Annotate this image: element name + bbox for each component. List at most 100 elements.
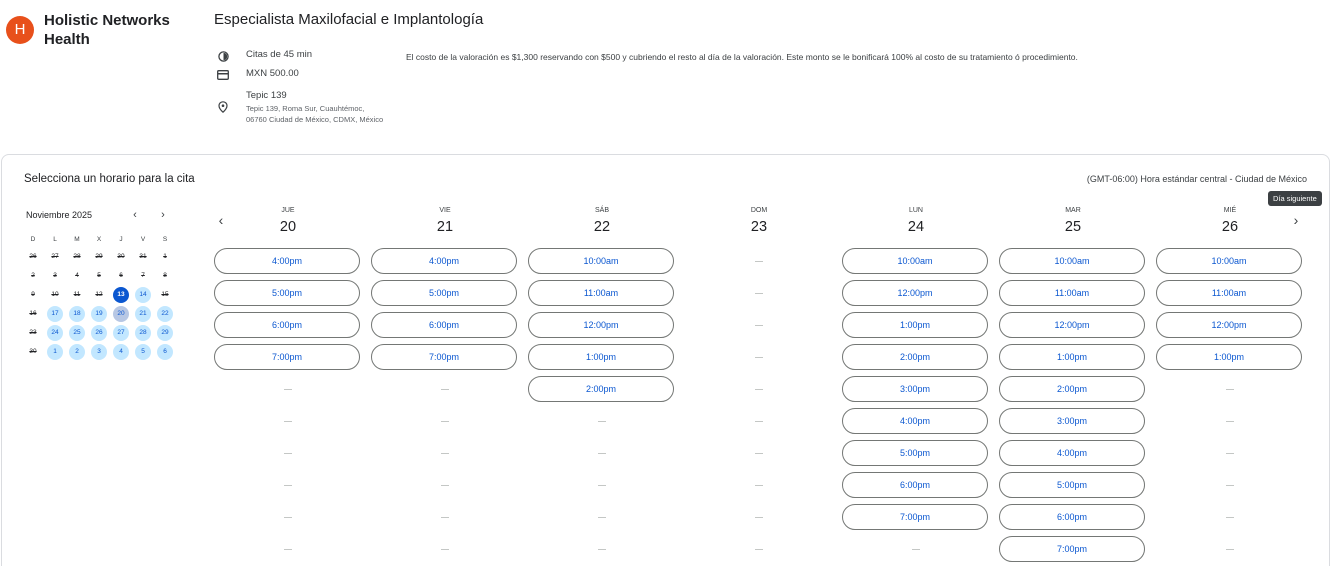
time-slot-button[interactable]: 11:00am (999, 280, 1145, 306)
time-slot-button[interactable]: 2:00pm (842, 344, 988, 370)
calendar-day-number: 27 (113, 324, 129, 341)
time-slot-button[interactable]: 6:00pm (842, 472, 988, 498)
calendar-day-number: 5 (135, 343, 151, 360)
time-slot-button[interactable]: 3:00pm (999, 408, 1145, 434)
calendar-day-number: 25 (69, 324, 85, 341)
clock-half-icon (216, 49, 230, 63)
time-slot-button[interactable]: 6:00pm (999, 504, 1145, 530)
time-slot-button[interactable]: 6:00pm (214, 312, 360, 338)
calendar-day[interactable]: 22 (154, 304, 176, 323)
time-slot-button[interactable]: 2:00pm (528, 376, 674, 402)
time-slot-button[interactable]: 5:00pm (214, 280, 360, 306)
calendar-day: 27 (44, 247, 66, 266)
calendar-day[interactable]: 18 (66, 304, 88, 323)
time-slot-button[interactable]: 12:00pm (842, 280, 988, 306)
time-slot-button[interactable]: 5:00pm (371, 280, 517, 306)
time-slot-button[interactable]: 1:00pm (842, 312, 988, 338)
next-day-tooltip: Día siguiente (1268, 191, 1322, 206)
day-name: LUN (908, 207, 923, 214)
time-slot-button[interactable]: 12:00pm (999, 312, 1145, 338)
calendar-day-number: 12 (95, 291, 103, 298)
calendar-day[interactable]: 1 (44, 342, 66, 361)
time-slot-button[interactable]: 11:00am (528, 280, 674, 306)
calendar-day-number: 30 (117, 253, 125, 260)
day-name: DOM (750, 207, 768, 214)
time-slot-button[interactable]: 4:00pm (214, 248, 360, 274)
time-slot-button[interactable]: 4:00pm (371, 248, 517, 274)
calendar-day-number: 14 (135, 286, 151, 303)
time-slot-button[interactable]: 7:00pm (842, 504, 988, 530)
timezone-selector[interactable]: (GMT-06:00) Hora estándar central - Ciud… (1087, 174, 1307, 184)
weekday-label: V (140, 236, 146, 243)
empty-slot (371, 376, 519, 402)
header: H Holistic Networks Health Especialista … (0, 0, 1338, 150)
empty-slot (1156, 472, 1304, 498)
calendar-day[interactable]: 28 (132, 323, 154, 342)
calendar-day[interactable]: 2 (66, 342, 88, 361)
empty-slot (528, 472, 676, 498)
time-slot-button[interactable]: 3:00pm (842, 376, 988, 402)
day-column: SÁB 22 10:00am 11:00am 12:00pm 1:00pm 2:00pm (528, 207, 676, 566)
empty-slot (371, 504, 519, 530)
calendar-day-number: 29 (157, 324, 173, 341)
service-title: Especialista Maxilofacial e Implantologí… (214, 11, 484, 28)
calendar-day[interactable]: 13 (110, 285, 132, 304)
day-name: JUE (281, 207, 295, 214)
time-slot-button[interactable]: 1:00pm (528, 344, 674, 370)
calendar-day[interactable]: 20 (110, 304, 132, 323)
time-slot-button[interactable]: 12:00pm (1156, 312, 1302, 338)
mini-calendar: Noviembre 2025 ‹ › DLMXJVS 26 27 28 29 30 31 1… (22, 208, 182, 361)
day-header: MIÉ 26 (1156, 207, 1304, 241)
calendar-day[interactable]: 6 (154, 342, 176, 361)
calendar-day: 30 (110, 247, 132, 266)
calendar-day-number: 29 (95, 253, 103, 260)
time-slot-button[interactable]: 1:00pm (999, 344, 1145, 370)
price-text: MXN 500.00 (246, 68, 299, 79)
empty-slot (685, 280, 833, 306)
empty-slot (371, 408, 519, 434)
time-slot-button[interactable]: 7:00pm (371, 344, 517, 370)
time-slot-button[interactable]: 5:00pm (999, 472, 1145, 498)
calendar-day: 26 (22, 247, 44, 266)
time-slot-button[interactable]: 4:00pm (842, 408, 988, 434)
time-slot-button[interactable]: 11:00am (1156, 280, 1302, 306)
calendar-day[interactable]: 17 (44, 304, 66, 323)
time-slot-button[interactable]: 2:00pm (999, 376, 1145, 402)
day-number: 22 (593, 219, 611, 235)
calendar-day[interactable]: 3 (88, 342, 110, 361)
calendar-day-number: 26 (29, 253, 37, 260)
time-slot-button[interactable]: 5:00pm (842, 440, 988, 466)
calendar-day[interactable]: 29 (154, 323, 176, 342)
time-slot-button[interactable]: 6:00pm (371, 312, 517, 338)
panel-title: Selecciona un horario para la cita (24, 173, 195, 185)
day-number: 26 (1221, 219, 1239, 235)
calendar-day[interactable]: 14 (132, 285, 154, 304)
time-slot-button[interactable]: 7:00pm (214, 344, 360, 370)
time-slot-button[interactable]: 10:00am (1156, 248, 1302, 274)
calendar-day-number: 19 (91, 305, 107, 322)
time-slot-button[interactable]: 10:00am (999, 248, 1145, 274)
time-slot-button[interactable]: 4:00pm (999, 440, 1145, 466)
calendar-day[interactable]: 24 (44, 323, 66, 342)
calendar-day[interactable]: 27 (110, 323, 132, 342)
time-slot-button[interactable]: 7:00pm (999, 536, 1145, 562)
chevron-right-icon[interactable]: › (156, 208, 170, 222)
calendar-day-number: 17 (47, 305, 63, 322)
chevron-left-icon[interactable]: ‹ (128, 208, 142, 222)
time-slot-button[interactable]: 12:00pm (528, 312, 674, 338)
empty-slot (1156, 440, 1304, 466)
calendar-day[interactable]: 19 (88, 304, 110, 323)
weekday-label: X (96, 236, 102, 243)
time-slot-button[interactable]: 10:00am (528, 248, 674, 274)
calendar-day[interactable]: 21 (132, 304, 154, 323)
time-slot-button[interactable]: 1:00pm (1156, 344, 1302, 370)
calendar-day[interactable]: 4 (110, 342, 132, 361)
service-details: Citas de 45 min MXN 500.00 Tepic 139 Tep… (216, 49, 386, 130)
empty-slot (528, 504, 676, 530)
calendar-day[interactable]: 25 (66, 323, 88, 342)
time-slot-button[interactable]: 10:00am (842, 248, 988, 274)
calendar-day[interactable]: 26 (88, 323, 110, 342)
calendar-day-number: 6 (119, 272, 123, 279)
calendar-day[interactable]: 5 (132, 342, 154, 361)
empty-slot (685, 440, 833, 466)
